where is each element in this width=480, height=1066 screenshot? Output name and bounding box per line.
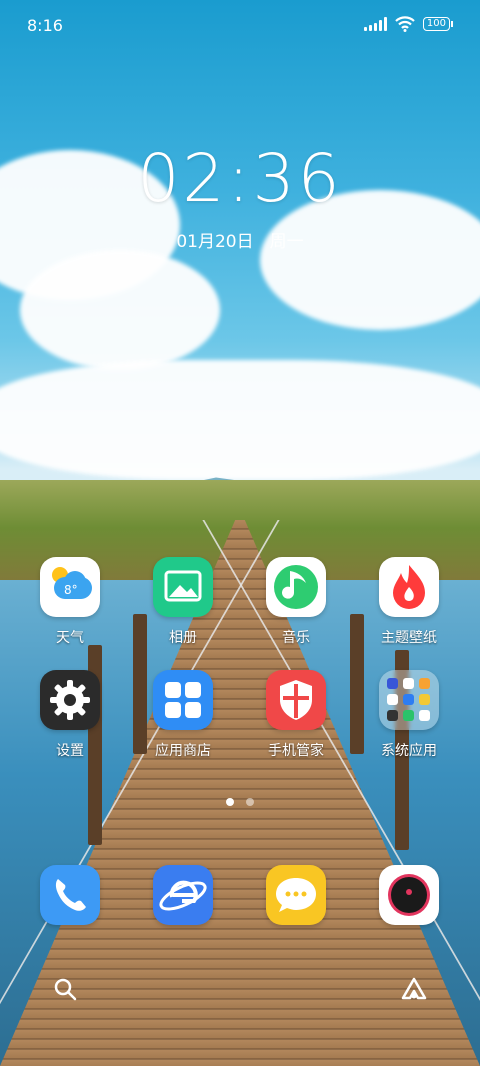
status-bar: 8:16 100: [0, 0, 480, 48]
page-dot: [246, 798, 254, 806]
theme-wallpaper-icon: [379, 557, 439, 617]
wifi-icon: [395, 16, 415, 32]
music-icon: [266, 557, 326, 617]
signal-icon: [363, 17, 387, 31]
browser-icon: [153, 865, 213, 925]
app-label: 天气: [56, 630, 84, 646]
search-icon[interactable]: [52, 976, 78, 1002]
date-text: 01月20日: [176, 232, 254, 252]
system-apps-folder-icon: [379, 670, 439, 730]
app-label: 系统应用: [381, 743, 437, 759]
folder-system-apps[interactable]: 系统应用: [354, 670, 464, 760]
status-time: 8:16: [27, 16, 63, 35]
page-indicator: [0, 798, 480, 806]
weekday-text: 周一: [269, 232, 304, 252]
gallery-icon: [153, 557, 213, 617]
dock-camera[interactable]: [354, 865, 464, 925]
page-dot-active: [226, 798, 234, 806]
app-settings[interactable]: 设置: [15, 670, 125, 760]
settings-icon: [40, 670, 100, 730]
assistant-icon[interactable]: [400, 976, 428, 1002]
app-phone-manager[interactable]: 手机管家: [241, 670, 351, 760]
app-store-icon: [153, 670, 213, 730]
battery-indicator: 100: [422, 17, 454, 31]
app-app-store[interactable]: 应用商店: [128, 670, 238, 760]
app-theme-wallpaper[interactable]: 主题壁纸: [354, 557, 464, 647]
dock-phone[interactable]: [15, 865, 125, 925]
dock-browser[interactable]: [128, 865, 238, 925]
weather-temp: 8°: [64, 583, 78, 597]
app-label: 应用商店: [155, 743, 211, 759]
clock-widget-time[interactable]: 02:36: [0, 140, 480, 217]
messages-icon: [266, 865, 326, 925]
camera-icon: [379, 865, 439, 925]
weather-icon: 8°: [40, 557, 100, 617]
phone-icon: [40, 865, 100, 925]
phone-manager-icon: [266, 670, 326, 730]
app-label: 手机管家: [268, 743, 324, 759]
app-weather[interactable]: 8° 天气: [15, 557, 125, 647]
clock-widget-date: 01月20日 周一: [0, 227, 480, 252]
app-music[interactable]: 音乐: [241, 557, 351, 647]
app-label: 相册: [169, 630, 197, 646]
app-label: 主题壁纸: [381, 630, 437, 646]
app-label: 设置: [56, 743, 84, 759]
app-label: 音乐: [282, 630, 310, 646]
app-gallery[interactable]: 相册: [128, 557, 238, 647]
dock-messages[interactable]: [241, 865, 351, 925]
